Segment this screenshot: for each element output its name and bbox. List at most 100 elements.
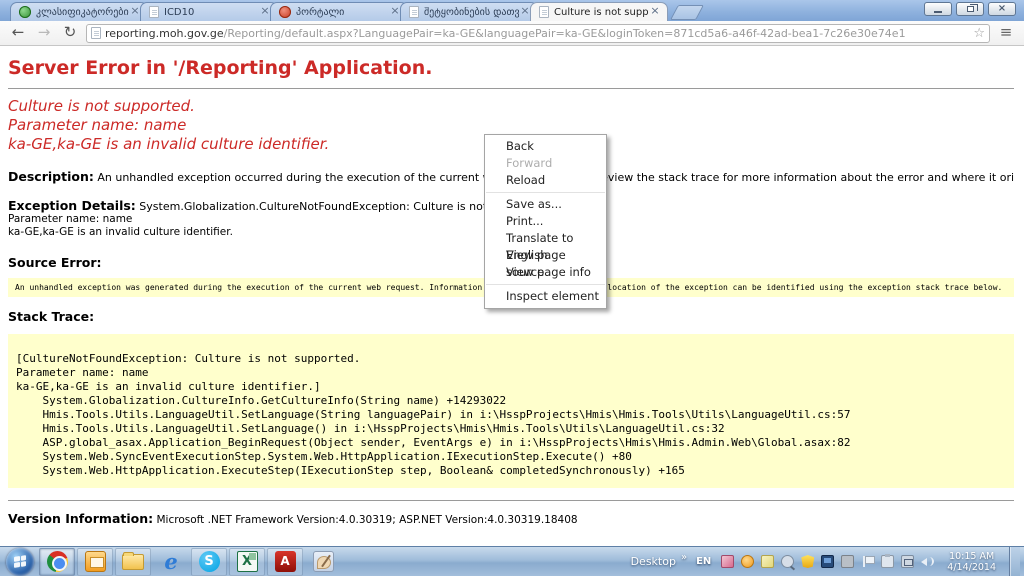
url-path: /Reporting/default.aspx?LanguagePair=ka-… [224, 27, 906, 40]
windows-logo-icon [14, 555, 26, 568]
new-tab-button[interactable] [670, 5, 704, 20]
taskbar-explorer-button[interactable] [115, 548, 151, 576]
stack-line: System.Globalization.CultureInfo.GetCult… [16, 394, 1006, 408]
url-domain: reporting.moh.gov.ge [105, 27, 224, 40]
menu-item-save-as[interactable]: Save as... [485, 196, 606, 213]
tab-title: შეტყობინების დათვალ [424, 7, 519, 18]
divider [8, 500, 1014, 501]
taskbar-skype-button[interactable]: S [191, 548, 227, 576]
tray-display-icon[interactable] [821, 555, 834, 568]
version-label: Version Information: [8, 511, 153, 526]
tray-volume-icon[interactable] [921, 555, 934, 568]
clock-date: 4/14/2014 [947, 562, 996, 573]
taskbar-excel-button[interactable]: X [229, 548, 265, 576]
stack-trace-box: [CultureNotFoundException: Culture is no… [8, 334, 1014, 488]
system-tray: Desktop » EN 10:15 AM 4/14/2014 [631, 547, 1024, 576]
desktop-label: Desktop [631, 555, 676, 568]
tray-overflow-icon[interactable]: » [681, 552, 687, 563]
browser-toolbar: ← → ↻ reporting.moh.gov.ge/Reporting/def… [0, 21, 1024, 46]
tab-portal[interactable]: პორტალი × [270, 2, 408, 21]
version-paragraph: Version Information: Microsoft .NET Fram… [8, 511, 1014, 526]
desktop-screen: კლასიფიკატორები | სა × ICD10 × პორტალი ×… [0, 0, 1024, 576]
chrome-menu-icon[interactable]: ≡ [996, 23, 1016, 43]
tray-magnifier-icon[interactable] [781, 555, 794, 568]
page-favicon-icon [409, 6, 419, 18]
bookmark-star-icon[interactable]: ☆ [973, 27, 985, 40]
menu-item-print[interactable]: Print... [485, 213, 606, 230]
excel-icon: X [237, 551, 258, 572]
url-text: reporting.moh.gov.ge/Reporting/default.a… [105, 27, 969, 40]
globe-favicon-icon [19, 6, 31, 18]
tab-title: Culture is not supported. [554, 7, 649, 18]
taskbar-outlook-button[interactable] [77, 548, 113, 576]
language-indicator[interactable]: EN [696, 556, 711, 567]
tray-security-shield-icon[interactable] [801, 555, 814, 568]
close-button[interactable]: × [988, 2, 1016, 16]
menu-item-inspect[interactable]: Inspect element [485, 288, 606, 305]
menu-item-view-source[interactable]: View page source [485, 247, 606, 264]
tray-action-center-flag-icon[interactable] [861, 555, 874, 568]
menu-item-reload[interactable]: Reload [485, 172, 606, 189]
back-button[interactable]: ← [8, 23, 28, 43]
menu-separator [486, 192, 605, 193]
address-bar[interactable]: reporting.moh.gov.ge/Reporting/default.a… [86, 24, 990, 43]
tray-notes-icon[interactable] [761, 555, 774, 568]
portal-favicon-icon [279, 6, 291, 18]
taskbar-ie-button[interactable]: e [153, 548, 189, 576]
tray-clipboard-icon[interactable] [881, 555, 894, 568]
menu-item-translate[interactable]: Translate to English [485, 230, 606, 247]
tab-strip: კლასიფიკატორები | სა × ICD10 × პორტალი ×… [0, 0, 1024, 21]
subtitle-line: Parameter name: name [8, 116, 1014, 135]
clock-time: 10:15 AM [947, 551, 996, 562]
outlook-icon [85, 551, 106, 572]
show-desktop-button[interactable] [1009, 547, 1020, 576]
tray-sync-icon[interactable] [741, 555, 754, 568]
tab-title: ICD10 [164, 7, 259, 18]
tray-network-icon[interactable] [901, 555, 914, 568]
start-button[interactable] [6, 548, 34, 576]
page-favicon-icon [539, 6, 549, 18]
menu-item-back[interactable]: Back [485, 138, 606, 155]
taskbar-chrome-button[interactable] [39, 548, 75, 576]
stack-trace-label: Stack Trace: [8, 309, 1014, 324]
tray-app-icon[interactable] [721, 555, 734, 568]
tab-messages[interactable]: შეტყობინების დათვალ × [400, 2, 538, 21]
version-text: Microsoft .NET Framework Version:4.0.303… [153, 514, 577, 526]
menu-separator [486, 284, 605, 285]
stack-line: ASP.global_asax.Application_BeginRequest… [16, 436, 1006, 450]
restore-icon [967, 6, 974, 12]
reload-button[interactable]: ↻ [60, 23, 80, 43]
tab-icd10[interactable]: ICD10 × [140, 2, 278, 21]
stack-line: ka-GE,ka-GE is an invalid culture identi… [16, 380, 1006, 394]
stack-line: Hmis.Tools.Utils.LanguageUtil.SetLanguag… [16, 408, 1006, 422]
context-menu: Back Forward Reload Save as... Print... … [484, 134, 607, 309]
tray-printer-icon[interactable] [841, 555, 854, 568]
tab-title: პორტალი [296, 7, 389, 18]
restore-button[interactable] [956, 2, 984, 16]
adobe-reader-icon: A [275, 551, 296, 572]
forward-button[interactable]: → [34, 23, 54, 43]
paint-icon [313, 551, 334, 572]
taskbar-clock[interactable]: 10:15 AM 4/14/2014 [941, 551, 1002, 573]
skype-icon: S [199, 551, 220, 572]
stack-line: System.Web.SyncEventExecutionStep.System… [16, 450, 1006, 464]
tab-culture-error-active[interactable]: Culture is not supported. × [530, 2, 668, 21]
subtitle-line: Culture is not supported. [8, 97, 1014, 116]
page-favicon-icon [149, 6, 159, 18]
close-icon: × [998, 4, 1006, 14]
menu-item-forward: Forward [485, 155, 606, 172]
taskbar: e S X A Desktop » EN 10:15 AM 4/14/2014 [0, 546, 1024, 576]
taskbar-adobe-button[interactable]: A [267, 548, 303, 576]
internet-explorer-icon: e [164, 552, 177, 572]
description-label: Description: [8, 169, 94, 184]
taskbar-paint-button[interactable] [305, 548, 341, 576]
exception-label: Exception Details: [8, 198, 136, 213]
page-icon [91, 27, 101, 39]
tab-classifiers[interactable]: კლასიფიკატორები | სა × [10, 2, 148, 21]
window-controls: × [924, 2, 1016, 16]
tab-close-icon[interactable]: × [649, 6, 661, 18]
folder-icon [122, 554, 144, 570]
menu-item-page-info[interactable]: View page info [485, 264, 606, 281]
stack-line: [CultureNotFoundException: Culture is no… [16, 352, 1006, 366]
minimize-button[interactable] [924, 2, 952, 16]
